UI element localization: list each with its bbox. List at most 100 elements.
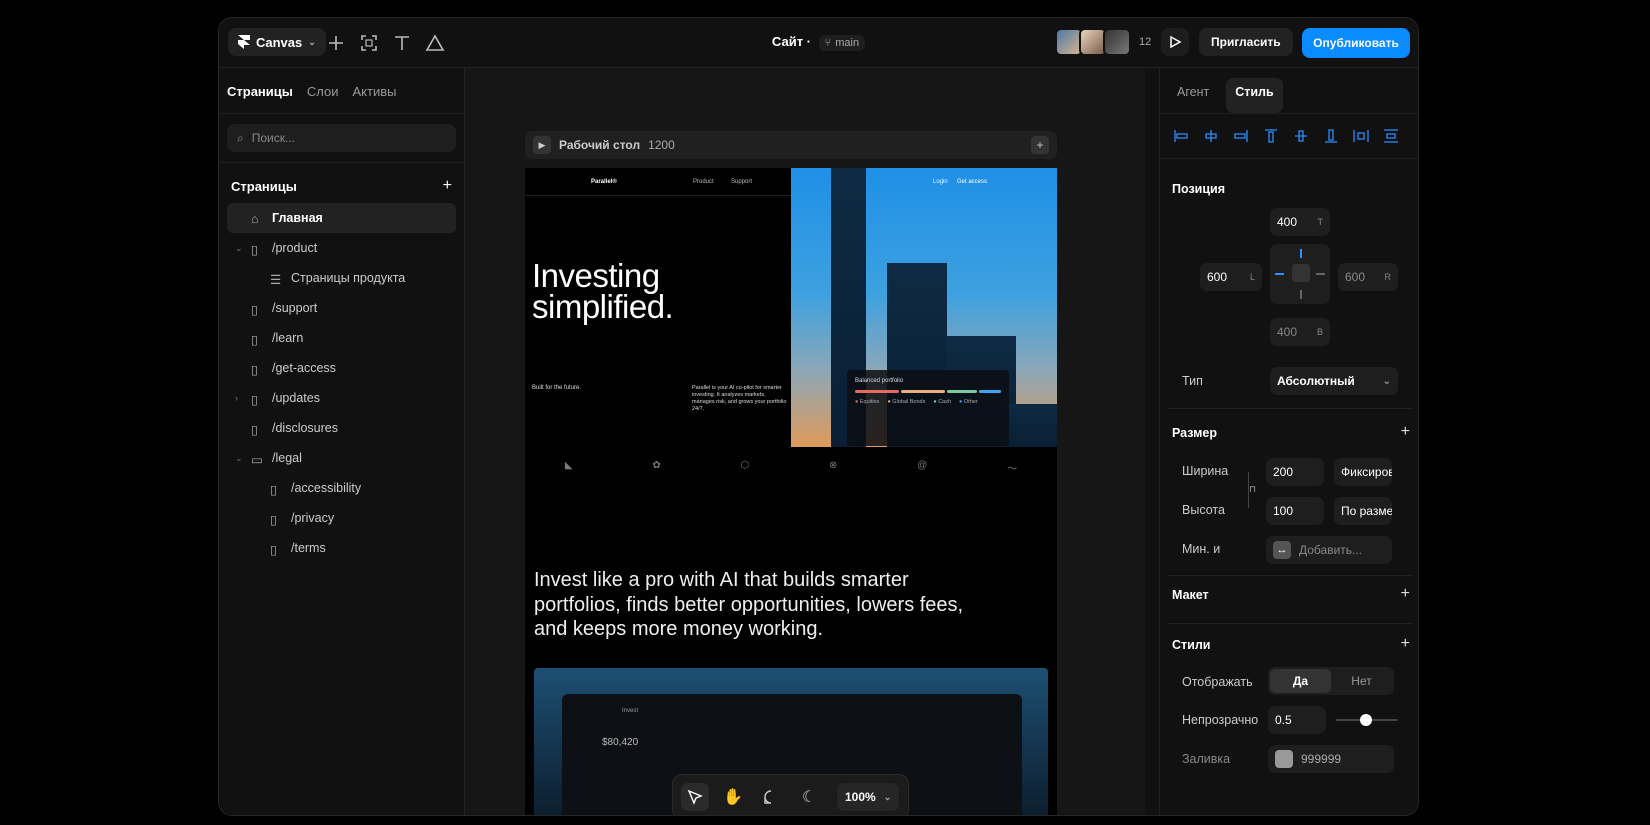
aspect-lock-icon[interactable]: ⊓ bbox=[1248, 472, 1256, 508]
page-item-accessibility[interactable]: ▯ /accessibility bbox=[227, 473, 456, 503]
card-title: Balanced portfolio bbox=[855, 378, 904, 384]
tab-layers[interactable]: Слои bbox=[307, 84, 339, 113]
page-icon: ▯ bbox=[270, 513, 277, 527]
chevron-down-icon: ⌄ bbox=[883, 791, 892, 802]
frame-header[interactable]: ▶ Рабочий стол 1200 + bbox=[525, 131, 1057, 159]
page-item-support[interactable]: ▯ /support bbox=[227, 293, 456, 323]
search-input[interactable]: ⌕ Поиск... bbox=[227, 124, 456, 152]
page-item-privacy[interactable]: ▯ /privacy bbox=[227, 503, 456, 533]
position-top-field[interactable]: 400 T bbox=[1270, 208, 1330, 236]
chevron-down-icon[interactable]: ⌄ bbox=[235, 243, 243, 254]
opacity-slider[interactable] bbox=[1336, 714, 1398, 726]
align-middle-icon[interactable] bbox=[1292, 128, 1310, 144]
visible-yes-option[interactable]: Да bbox=[1270, 669, 1331, 693]
tab-style[interactable]: Стиль bbox=[1226, 78, 1283, 113]
page-icon: ▯ bbox=[251, 333, 258, 347]
folder-icon: ▭ bbox=[251, 453, 263, 467]
xbox-logo-icon: ⊗ bbox=[829, 460, 838, 471]
constraint-left[interactable] bbox=[1275, 273, 1284, 275]
desktop-frame[interactable]: Parallel® Product Support Investing simpl… bbox=[525, 168, 1057, 815]
opacity-field[interactable]: 0.5 bbox=[1268, 706, 1326, 734]
position-left-field[interactable]: 600 L bbox=[1200, 263, 1262, 291]
page-item-home[interactable]: ⌂ Главная bbox=[227, 203, 456, 233]
add-page-icon[interactable]: + bbox=[443, 177, 452, 195]
width-mode-select[interactable]: Фиксирован bbox=[1334, 458, 1392, 486]
site-logo: Parallel® bbox=[591, 179, 617, 185]
field-value: 400 bbox=[1277, 325, 1298, 339]
zoom-select[interactable]: 100% ⌄ bbox=[837, 783, 900, 811]
legend-item: ● Equities bbox=[855, 399, 880, 405]
publish-button[interactable]: Опубликовать bbox=[1302, 28, 1410, 58]
page-item-product-pages[interactable]: ☰ Страницы продукта bbox=[227, 263, 456, 293]
page-label: Страницы продукта bbox=[291, 271, 406, 285]
page-item-legal[interactable]: ⌄ ▭ /legal bbox=[227, 443, 456, 473]
height-mode-select[interactable]: По разме bbox=[1334, 497, 1392, 525]
left-panel: Страницы Слои Активы ⌕ Поиск... Страницы… bbox=[219, 68, 465, 815]
align-center-h-icon[interactable] bbox=[1202, 128, 1220, 144]
avatar[interactable] bbox=[1103, 28, 1131, 56]
add-size-icon[interactable]: + bbox=[1401, 423, 1410, 441]
invite-button[interactable]: Пригласить bbox=[1199, 28, 1293, 56]
page-item-terms[interactable]: ▯ /terms bbox=[227, 533, 456, 563]
page-label: /updates bbox=[272, 391, 320, 405]
hero-line: simplified. bbox=[532, 288, 674, 325]
select-tool-icon[interactable] bbox=[681, 783, 709, 811]
page-icon: ▯ bbox=[251, 303, 258, 317]
add-layout-icon[interactable]: + bbox=[1401, 585, 1410, 603]
position-type-select[interactable]: Абсолютный ⌄ bbox=[1270, 367, 1398, 395]
position-bottom-field[interactable]: 400 B bbox=[1270, 318, 1330, 346]
field-unit: L bbox=[1249, 272, 1255, 282]
type-label: Тип bbox=[1182, 374, 1203, 388]
collaborators[interactable]: 12 bbox=[1055, 28, 1151, 56]
bar-segment bbox=[855, 390, 900, 393]
page-item-learn[interactable]: ▯ /learn bbox=[227, 323, 456, 353]
preview-button[interactable] bbox=[1161, 28, 1189, 56]
branch-badge[interactable]: ⑂ main bbox=[818, 35, 866, 51]
page-icon: ▯ bbox=[251, 393, 258, 407]
hand-tool-icon[interactable]: ✋ bbox=[719, 783, 747, 811]
align-right-icon[interactable] bbox=[1232, 128, 1250, 144]
dark-mode-icon[interactable]: ☾ bbox=[795, 783, 823, 811]
chevron-down-icon[interactable]: ⌄ bbox=[235, 453, 243, 464]
constraint-bottom[interactable] bbox=[1300, 290, 1302, 299]
page-item-updates[interactable]: › ▯ /updates bbox=[227, 383, 456, 413]
align-left-icon[interactable] bbox=[1172, 128, 1190, 144]
min-max-add[interactable]: ↔ Добавить... bbox=[1266, 536, 1392, 564]
position-constraint-widget[interactable] bbox=[1270, 244, 1330, 304]
play-icon[interactable]: ▶ bbox=[533, 136, 551, 154]
add-style-icon[interactable]: + bbox=[1401, 635, 1410, 653]
fill-field[interactable]: 999999 bbox=[1268, 745, 1394, 773]
distribute-h-icon[interactable] bbox=[1352, 128, 1370, 144]
divider bbox=[1168, 575, 1412, 576]
page-item-get-access[interactable]: ▯ /get-access bbox=[227, 353, 456, 383]
canvas-area[interactable]: ▶ Рабочий стол 1200 + Parallel® Product … bbox=[465, 68, 1145, 815]
comment-tool-icon[interactable] bbox=[757, 783, 785, 811]
constraint-right[interactable] bbox=[1316, 273, 1325, 275]
visible-toggle[interactable]: Да Нет bbox=[1268, 667, 1394, 695]
height-label: Высота bbox=[1182, 503, 1225, 517]
page-item-disclosures[interactable]: ▯ /disclosures bbox=[227, 413, 456, 443]
branch-icon: ⑂ bbox=[824, 37, 832, 49]
constraint-top[interactable] bbox=[1300, 249, 1302, 258]
position-title: Позиция bbox=[1172, 182, 1226, 196]
add-breakpoint-icon[interactable]: + bbox=[1031, 136, 1049, 154]
tab-agent[interactable]: Агент bbox=[1168, 78, 1218, 113]
color-swatch[interactable] bbox=[1275, 750, 1293, 768]
building-shape bbox=[1001, 404, 1057, 447]
opacity-slider-thumb[interactable] bbox=[1360, 714, 1372, 726]
width-field[interactable]: 200 bbox=[1266, 458, 1324, 486]
chevron-right-icon[interactable]: › bbox=[235, 393, 238, 403]
height-field[interactable]: 100 bbox=[1266, 497, 1324, 525]
framer-logo-icon: ◣ bbox=[564, 460, 573, 471]
position-right-field[interactable]: 600 R bbox=[1338, 263, 1398, 291]
distribute-v-icon[interactable] bbox=[1382, 128, 1400, 144]
tab-assets[interactable]: Активы bbox=[353, 84, 397, 113]
align-bottom-icon[interactable] bbox=[1322, 128, 1340, 144]
page-item-product[interactable]: ⌄ ▯ /product bbox=[227, 233, 456, 263]
alignment-toolbar bbox=[1160, 114, 1418, 159]
nav-support: Support bbox=[731, 179, 753, 185]
align-top-icon[interactable] bbox=[1262, 128, 1280, 144]
tab-pages[interactable]: Страницы bbox=[227, 84, 293, 113]
visible-no-option[interactable]: Нет bbox=[1331, 669, 1392, 693]
site-nav: Parallel® Product Support bbox=[525, 168, 791, 196]
